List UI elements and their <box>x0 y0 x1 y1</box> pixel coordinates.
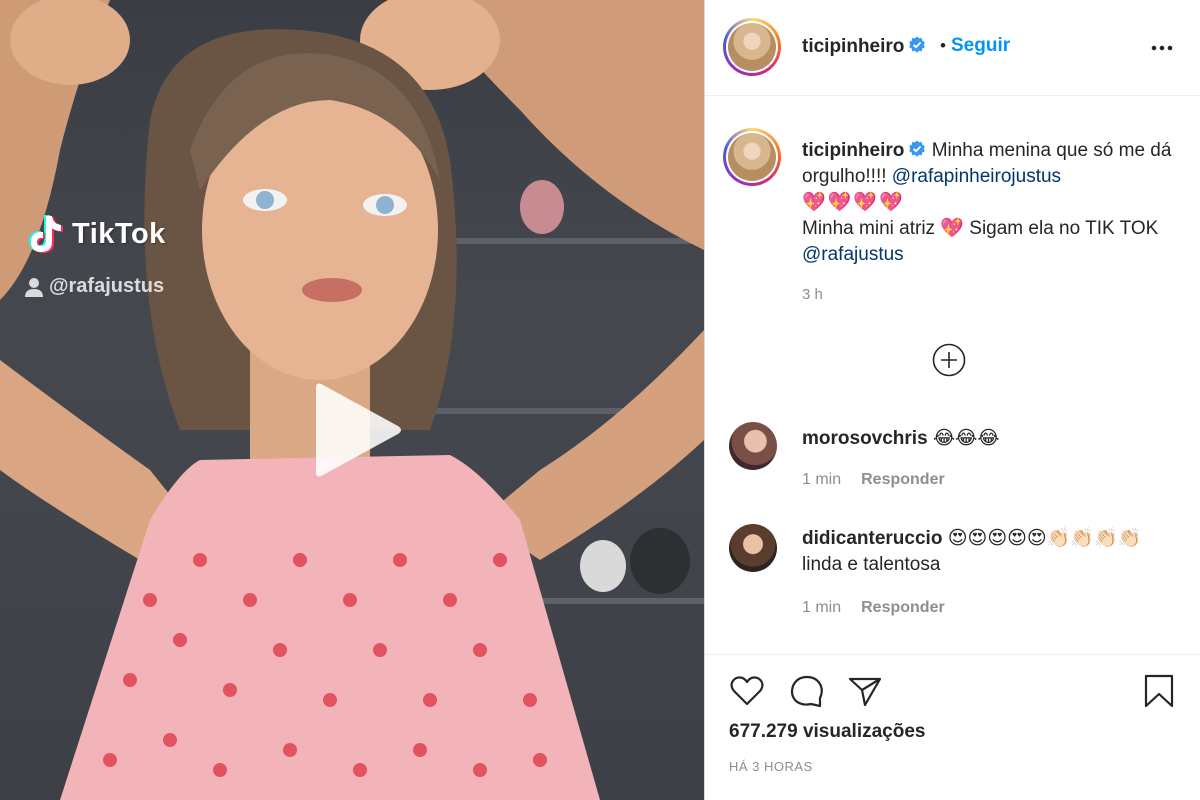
caption-text: Minha mini atriz <box>802 218 936 239</box>
caption-mention-link[interactable]: @rafapinheirojustus <box>892 166 1061 187</box>
caption-emojis: 💖💖💖💖 <box>802 192 905 213</box>
verified-badge-icon <box>909 36 926 53</box>
plus-circle-icon[interactable] <box>931 342 967 378</box>
commenter-username[interactable]: morosovchris <box>802 428 928 449</box>
play-icon[interactable] <box>306 380 406 480</box>
caption-text: Sigam ela no TIK TOK <box>969 218 1159 239</box>
tiktok-logo-icon <box>29 215 63 253</box>
post-header: ticipinheiro • Seguir <box>705 0 1200 96</box>
caption-mention-link[interactable]: @rafajustus <box>802 244 904 265</box>
post-caption: ticipinheiro Minha menina que só me dá o… <box>802 138 1177 268</box>
commenter-username[interactable]: didicanteruccio <box>802 528 942 549</box>
caption-author-avatar[interactable] <box>723 128 781 186</box>
views-count[interactable]: 677.279 visualizações <box>729 721 925 743</box>
author-avatar[interactable] <box>723 18 781 76</box>
post-actions: 677.279 visualizações HÁ 3 HORAS <box>705 654 1200 800</box>
reply-button[interactable]: Responder <box>861 599 945 616</box>
commenter-avatar[interactable] <box>729 422 777 470</box>
comment-text: 😂😂😂 <box>932 428 1000 449</box>
verified-badge-icon <box>909 140 926 157</box>
more-options-icon[interactable] <box>1149 38 1175 58</box>
share-icon[interactable] <box>845 671 885 711</box>
tiktok-wordmark: TikTok <box>72 217 166 250</box>
reply-button[interactable]: Responder <box>861 471 945 488</box>
caption-emoji: 💖 <box>940 218 964 239</box>
tiktok-handle: @rafajustus <box>24 275 164 298</box>
commenter-avatar[interactable] <box>729 524 777 572</box>
comment-time[interactable]: 1 min <box>802 599 841 616</box>
caption-timestamp[interactable]: 3 h <box>802 286 823 303</box>
author-username[interactable]: ticipinheiro <box>802 36 904 57</box>
bookmark-icon[interactable] <box>1139 671 1179 711</box>
caption-username[interactable]: ticipinheiro <box>802 140 904 161</box>
heart-icon[interactable] <box>727 671 767 711</box>
comment-icon[interactable] <box>787 671 827 711</box>
post-sidebar: ticipinheiro • Seguir ticipinheiro Minha… <box>704 0 1200 800</box>
tiktok-handle-text: @rafajustus <box>49 275 165 297</box>
comment-time[interactable]: 1 min <box>802 471 841 488</box>
user-icon <box>25 277 43 297</box>
post-timestamp[interactable]: HÁ 3 HORAS <box>729 759 813 774</box>
tiktok-watermark: TikTok <box>22 212 166 256</box>
follow-button[interactable]: Seguir <box>951 35 1010 57</box>
video-player[interactable]: TikTok @rafajustus <box>0 0 704 800</box>
separator-dot: • <box>940 36 946 55</box>
